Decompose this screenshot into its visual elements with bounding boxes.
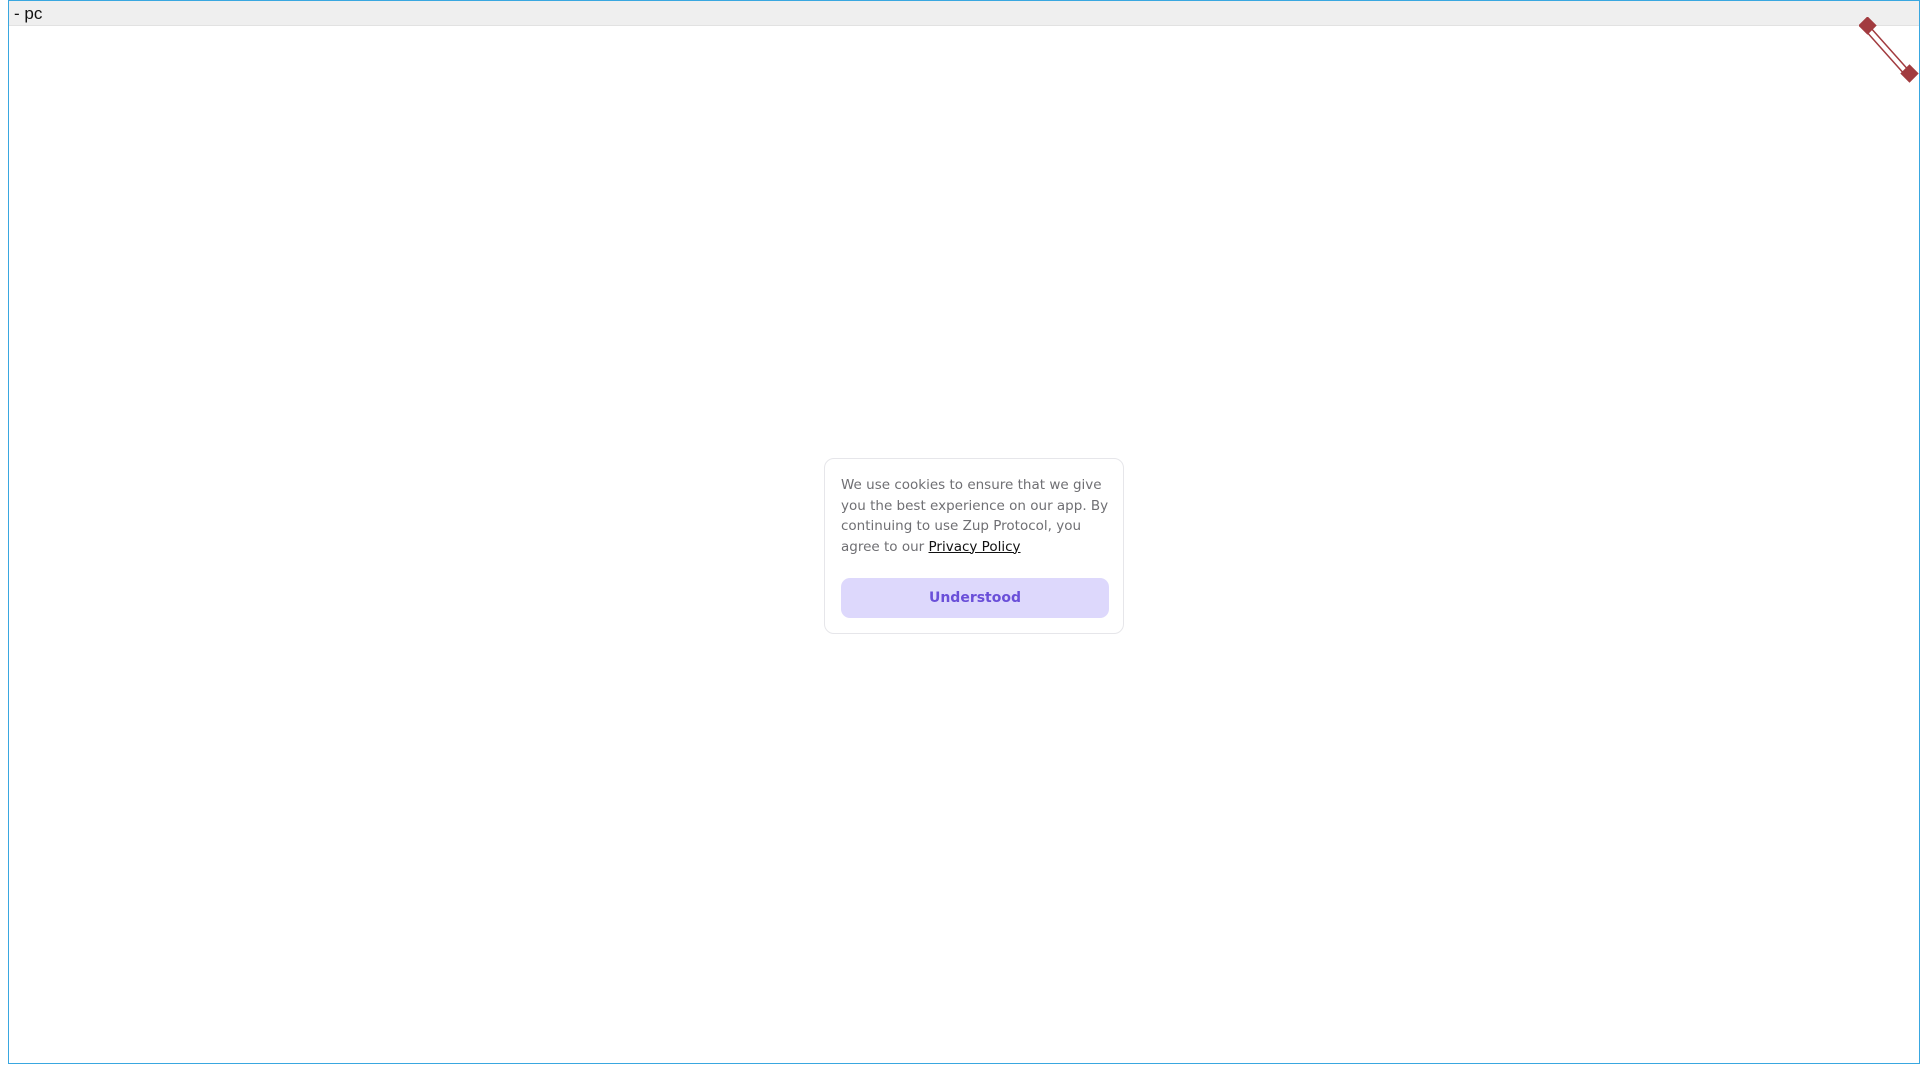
cookie-consent-dialog: We use cookies to ensure that we give yo…: [824, 458, 1124, 634]
cookie-message: We use cookies to ensure that we give yo…: [841, 475, 1113, 557]
app-window: - pc We use cookies to ensure that we gi…: [8, 0, 1920, 1064]
resize-handle-icon[interactable]: [1859, 17, 1919, 87]
window-title: - pc: [14, 4, 43, 23]
privacy-policy-link[interactable]: Privacy Policy: [929, 539, 1021, 555]
title-bar: - pc: [9, 1, 1919, 26]
understood-button[interactable]: Understood: [841, 578, 1109, 618]
